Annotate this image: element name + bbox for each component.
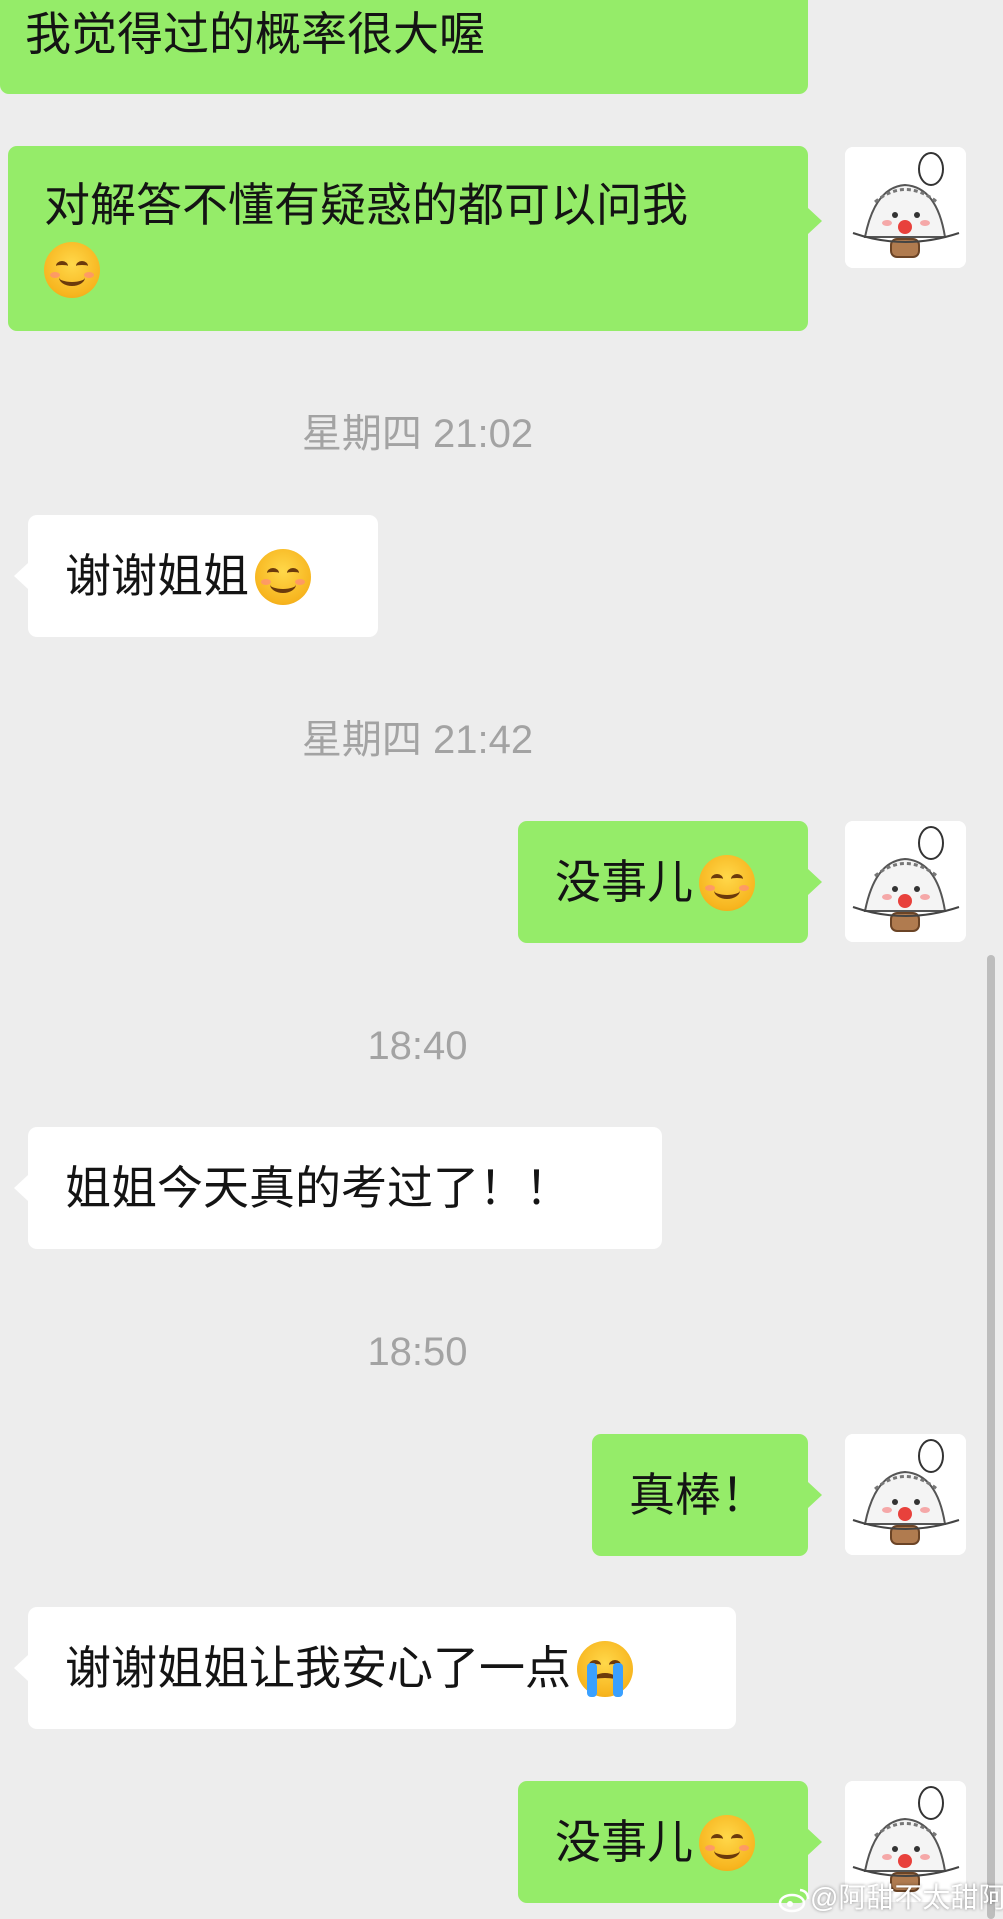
smile-emoji bbox=[255, 548, 311, 605]
smile-emoji bbox=[699, 854, 755, 911]
smile-emoji bbox=[699, 1814, 755, 1871]
weibo-logo-icon bbox=[778, 1888, 810, 1912]
message-text: 对解答不懂有疑惑的都可以问我 bbox=[44, 178, 688, 232]
message-bubble-other[interactable]: 谢谢姐姐 bbox=[14, 515, 378, 637]
timestamp: 星期四 21:42 bbox=[301, 718, 534, 762]
message-bubble-self[interactable]: 没事儿 bbox=[518, 1781, 822, 1903]
timestamp: 18:50 bbox=[367, 1330, 468, 1374]
avatar[interactable] bbox=[845, 147, 966, 268]
scrollbar[interactable] bbox=[987, 955, 995, 1919]
message-text: 没事儿 bbox=[555, 855, 693, 909]
timestamp: 18:40 bbox=[367, 1024, 468, 1068]
timestamp: 星期四 21:02 bbox=[301, 412, 534, 456]
message-text: 姐姐今天真的考过了！！ bbox=[65, 1161, 571, 1215]
message-bubble-other[interactable]: 谢谢姐姐让我安心了一点 bbox=[14, 1607, 736, 1729]
message-bubble-self[interactable]: 真棒！ bbox=[592, 1434, 822, 1556]
message-text: 没事儿 bbox=[555, 1815, 693, 1869]
message-text: 我觉得过的概率很大喔 bbox=[25, 7, 485, 61]
message-bubble-self[interactable]: 对解答不懂有疑惑的都可以问我 bbox=[8, 146, 822, 331]
avatar[interactable] bbox=[845, 1434, 966, 1555]
crying-emoji bbox=[577, 1640, 633, 1697]
watermark-text: @阿甜不太甜阿 bbox=[810, 1882, 1003, 1913]
message-bubble-self[interactable]: 没事儿 bbox=[518, 821, 822, 943]
message-text: 谢谢姐姐 bbox=[65, 549, 249, 603]
watermark: @阿甜不太甜阿 bbox=[778, 1878, 1003, 1918]
smile-emoji bbox=[44, 241, 100, 298]
avatar[interactable] bbox=[845, 821, 966, 942]
cartoon-avatar-icon bbox=[845, 1434, 966, 1555]
chat-area[interactable]: 我觉得过的概率很大喔 对解答不懂有疑惑的都可以问我 星期四 21:02 谢谢姐姐 bbox=[0, 0, 1003, 1919]
message-bubble-other[interactable]: 姐姐今天真的考过了！！ bbox=[14, 1127, 662, 1249]
message-bubble-self[interactable]: 我觉得过的概率很大喔 bbox=[0, 0, 808, 94]
cartoon-avatar-icon bbox=[845, 147, 966, 268]
cartoon-avatar-icon bbox=[845, 821, 966, 942]
message-text: 谢谢姐姐让我安心了一点 bbox=[65, 1641, 571, 1695]
message-text: 真棒！ bbox=[629, 1468, 767, 1522]
